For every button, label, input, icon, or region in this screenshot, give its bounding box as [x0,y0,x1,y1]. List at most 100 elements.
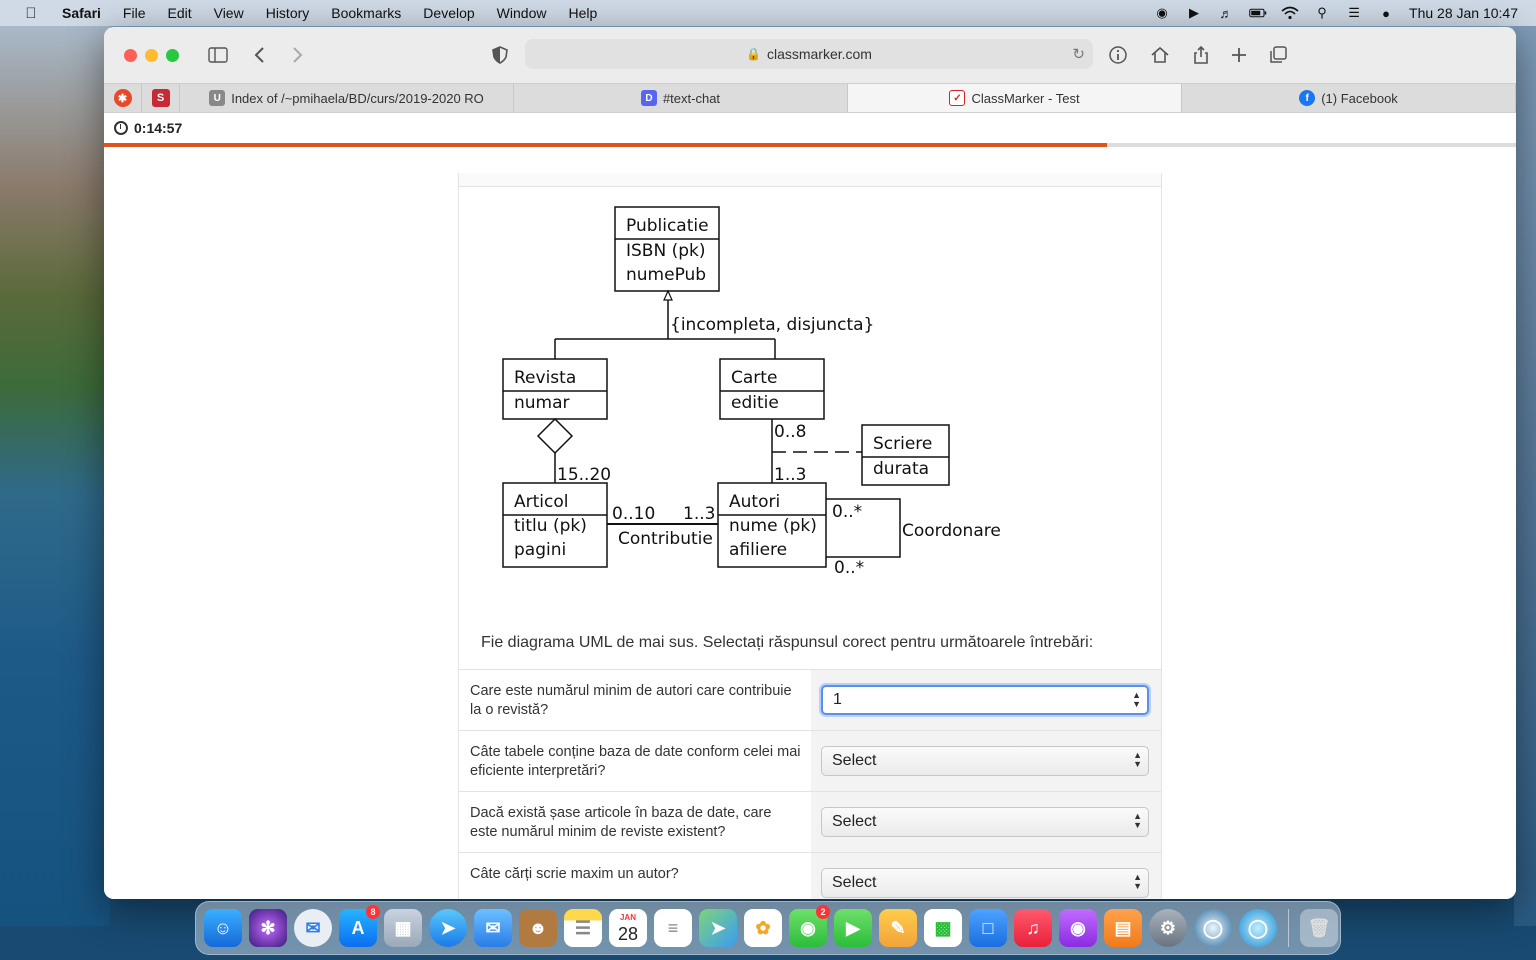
fullscreen-window-button[interactable] [166,48,179,62]
menu-edit[interactable]: Edit [156,5,202,21]
menu-develop[interactable]: Develop [412,5,485,21]
uml-autori-attr-afiliere: afiliere [729,540,787,560]
headphones-icon[interactable]: ♬ [1217,6,1235,21]
minimize-window-button[interactable] [145,48,158,62]
select-arrows-icon: ▲ ▼ [1132,690,1141,709]
wifi-icon[interactable] [1281,6,1299,20]
safari-window: 🔒 classmarker.com ↻ ✱ S U Index of /~pmi… [104,27,1516,899]
calendar-icon[interactable]: JAN 28 [609,909,647,947]
address-bar[interactable]: 🔒 classmarker.com ↻ [525,39,1093,69]
safari-icon[interactable]: ➤ [429,909,467,947]
tab-favicon-facebook-icon: f [1299,90,1316,106]
tab-index[interactable]: U Index of /~pmihaela/BD/curs/2019-2020 … [180,84,514,112]
close-window-button[interactable] [124,48,137,62]
question-text: Care este numărul minim de autori care c… [470,683,792,718]
app-store-icon[interactable]: A8 [339,905,380,947]
finder-icon[interactable]: ☺ [204,909,242,947]
question-text: Câte cărți scrie maxim un autor? [470,866,679,882]
answer-select-2[interactable]: Select ▲ ▼ [821,746,1149,776]
app-circle-2-icon[interactable]: ◯ [1239,909,1277,947]
clock-icon [114,121,128,135]
select-value: Select [832,813,877,830]
uml-mult-autori-carte: 1..3 [774,465,806,485]
question-row: Care este numărul minim de autori care c… [459,669,1161,730]
menu-bookmarks[interactable]: Bookmarks [320,5,412,21]
dock-separator [1288,909,1289,947]
select-arrows-icon: ▲ ▼ [1133,811,1142,830]
notes-icon[interactable]: ☰ [564,909,602,947]
music-icon[interactable]: ♫ [1014,909,1052,947]
menu-file[interactable]: File [112,5,157,21]
spotlight-search-icon[interactable]: ⚲ [1313,5,1331,20]
apple-menu-icon[interactable]:  [0,5,62,22]
battery-icon[interactable] [1249,6,1267,20]
tab-facebook[interactable]: f (1) Facebook [1182,84,1516,112]
uml-mult-autori-articol: 1..3 [683,504,715,524]
menu-help[interactable]: Help [557,5,608,21]
share-icon[interactable] [1189,43,1213,67]
maps-icon[interactable]: ➤ [699,909,737,947]
pages-icon[interactable]: ✎ [879,909,917,947]
uml-scriere-attr: durata [873,459,929,479]
numbers-icon[interactable]: ▩ [924,909,962,947]
contacts-icon[interactable]: ☻ [519,909,557,947]
new-tab-icon[interactable] [1227,43,1251,67]
select-arrows-icon: ▲ ▼ [1133,750,1142,769]
system-preferences-icon[interactable]: ⚙ [1149,909,1187,947]
calendar-month: JAN [619,913,636,922]
timer-value: 0:14:57 [134,120,183,136]
pinned-tab-2[interactable]: S [142,84,180,112]
tab-label: #text-chat [662,90,721,106]
select-value: Select [832,752,877,769]
timer-progress-fill [104,143,1107,147]
select-value: Select [832,874,877,891]
photos-icon[interactable]: ✿ [744,909,782,947]
podcasts-icon[interactable]: ◉ [1059,909,1097,947]
menu-window[interactable]: Window [486,5,558,21]
messages-icon[interactable]: ◉ 2 [789,905,830,947]
forward-icon[interactable] [285,43,309,67]
back-icon[interactable] [248,43,272,67]
tab-text-chat[interactable]: D #text-chat [514,84,848,112]
keynote-icon[interactable]: □ [969,909,1007,947]
app-circle-icon[interactable]: ◯ [1194,909,1232,947]
tab-label: Index of /~pmihaela/BD/curs/2019-2020 RO [231,90,484,106]
menu-history[interactable]: History [255,5,321,21]
answer-cell: 1 ▲ ▼ [811,670,1161,730]
answer-select-4[interactable]: Select ▲ ▼ [821,868,1149,898]
privacy-shield-icon[interactable] [488,43,512,67]
facetime-icon[interactable]: ▶ [834,909,872,947]
status-circle-icon[interactable]: ◉ [1153,5,1171,20]
uml-autori-name: Autori [729,492,780,512]
home-icon[interactable] [1148,43,1172,67]
question-row: Câte tabele conține baza de date conform… [459,730,1161,791]
play-icon[interactable]: ▶ [1185,5,1203,20]
menubar-clock[interactable]: Thu 28 Jan 10:47 [1409,5,1518,21]
uml-mult-carte: 0..8 [774,422,806,442]
siri-icon[interactable]: ● [1377,6,1395,21]
reminders-icon[interactable]: ≡ [654,909,692,947]
lock-icon: 🔒 [746,47,761,61]
info-icon[interactable] [1106,43,1130,67]
menu-view[interactable]: View [203,5,255,21]
reload-icon[interactable]: ↻ [1072,45,1085,63]
trash-icon[interactable]: 🗑 [1300,909,1338,947]
sidebar-toggle-icon[interactable] [206,43,230,67]
timer-progress-bar [104,143,1516,147]
tab-overview-icon[interactable] [1266,43,1290,67]
control-center-icon[interactable]: ☰ [1345,5,1363,20]
dock: ☺ ✻ ✉ A8 ▦ ➤ ✉ ☻ ☰ JAN 28 ≡ ➤ ✿ ◉ 2 ▶ ✎ ▩… [195,901,1341,955]
question-text: Dacă există șase articole în baza de dat… [470,805,772,840]
tab-label: (1) Facebook [1321,90,1398,106]
books-icon[interactable]: ▤ [1104,909,1142,947]
messenger-icon[interactable]: ✉ [294,909,332,947]
siri-icon[interactable]: ✻ [249,909,287,947]
notification-badge: 2 [816,905,830,919]
answer-select-3[interactable]: Select ▲ ▼ [821,807,1149,837]
mail-icon[interactable]: ✉ [474,909,512,947]
tab-classmarker[interactable]: ✓ ClassMarker - Test [848,84,1182,112]
menu-app-name[interactable]: Safari [62,5,112,21]
pinned-tab-1[interactable]: ✱ [104,84,142,112]
launchpad-icon[interactable]: ▦ [384,909,422,947]
answer-select-1[interactable]: 1 ▲ ▼ [821,685,1149,715]
